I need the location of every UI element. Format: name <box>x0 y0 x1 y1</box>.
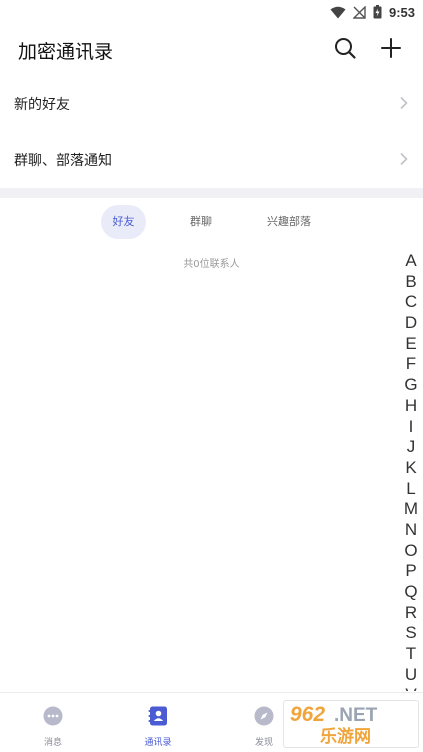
index-letter[interactable]: H <box>401 396 421 417</box>
index-letter[interactable]: J <box>401 437 421 458</box>
index-letter[interactable]: G <box>401 375 421 396</box>
index-letter[interactable]: F <box>401 354 421 375</box>
index-letter[interactable]: B <box>401 272 421 293</box>
site-watermark-logo: 962 .NET 乐游网 <box>283 700 419 748</box>
index-letter[interactable]: A <box>401 251 421 272</box>
index-letter[interactable]: K <box>401 458 421 479</box>
contact-tabs: 好友 群聊 兴趣部落 <box>0 205 423 241</box>
tab-friends[interactable]: 好友 <box>101 205 146 239</box>
index-letter[interactable]: N <box>401 520 421 541</box>
no-signal-icon <box>352 5 366 19</box>
alphabet-index[interactable]: A B C D E F G H I J K L M N O P Q R S T … <box>401 251 421 691</box>
tab-groups[interactable]: 群聊 <box>180 205 222 239</box>
nav-discover-label: 发现 <box>254 738 273 748</box>
chevron-right-icon <box>399 95 409 114</box>
index-letter[interactable]: V <box>401 685 421 691</box>
app-header: 加密通讯录 <box>0 24 423 76</box>
page-title: 加密通讯录 <box>18 40 114 63</box>
add-button[interactable] <box>377 36 405 64</box>
search-button[interactable] <box>331 36 359 64</box>
index-letter[interactable]: P <box>401 561 421 582</box>
compass-icon <box>253 705 275 731</box>
nav-messages-label: 消息 <box>43 738 62 748</box>
nav-contacts[interactable]: 通讯录 <box>118 693 198 752</box>
index-letter[interactable]: I <box>401 417 421 438</box>
nav-contacts-label: 通讯录 <box>144 738 172 748</box>
index-letter[interactable]: R <box>401 603 421 624</box>
section-divider <box>0 188 423 198</box>
svg-text:962: 962 <box>290 703 325 726</box>
status-bar: 9:53 <box>0 0 423 24</box>
search-icon <box>334 37 356 63</box>
index-letter[interactable]: S <box>401 623 421 644</box>
index-letter[interactable]: E <box>401 334 421 355</box>
group-tribe-notifications-row[interactable]: 群聊、部落通知 <box>0 132 423 188</box>
svg-text:.NET: .NET <box>334 705 378 726</box>
index-letter[interactable]: D <box>401 313 421 334</box>
tab-interest-tribes[interactable]: 兴趣部落 <box>260 205 318 239</box>
chat-bubble-icon <box>42 705 64 731</box>
index-letter[interactable]: Q <box>401 582 421 603</box>
index-letter[interactable]: U <box>401 665 421 686</box>
new-friends-label: 新的好友 <box>14 97 70 113</box>
svg-text:乐游网: 乐游网 <box>320 726 371 747</box>
status-time: 9:53 <box>388 4 415 20</box>
nav-messages[interactable]: 消息 <box>13 693 93 752</box>
battery-icon <box>373 5 382 19</box>
group-tribe-notifications-label: 群聊、部落通知 <box>14 153 112 169</box>
contacts-book-icon <box>147 705 169 731</box>
plus-icon <box>380 37 402 63</box>
index-letter[interactable]: C <box>401 292 421 313</box>
index-letter[interactable]: T <box>401 644 421 665</box>
chevron-right-icon <box>399 151 409 170</box>
contact-count: 共0位联系人 <box>183 259 240 270</box>
index-letter[interactable]: O <box>401 541 421 562</box>
wifi-icon <box>330 6 346 19</box>
index-letter[interactable]: M <box>401 499 421 520</box>
new-friends-row[interactable]: 新的好友 <box>0 76 423 132</box>
index-letter[interactable]: L <box>401 479 421 500</box>
